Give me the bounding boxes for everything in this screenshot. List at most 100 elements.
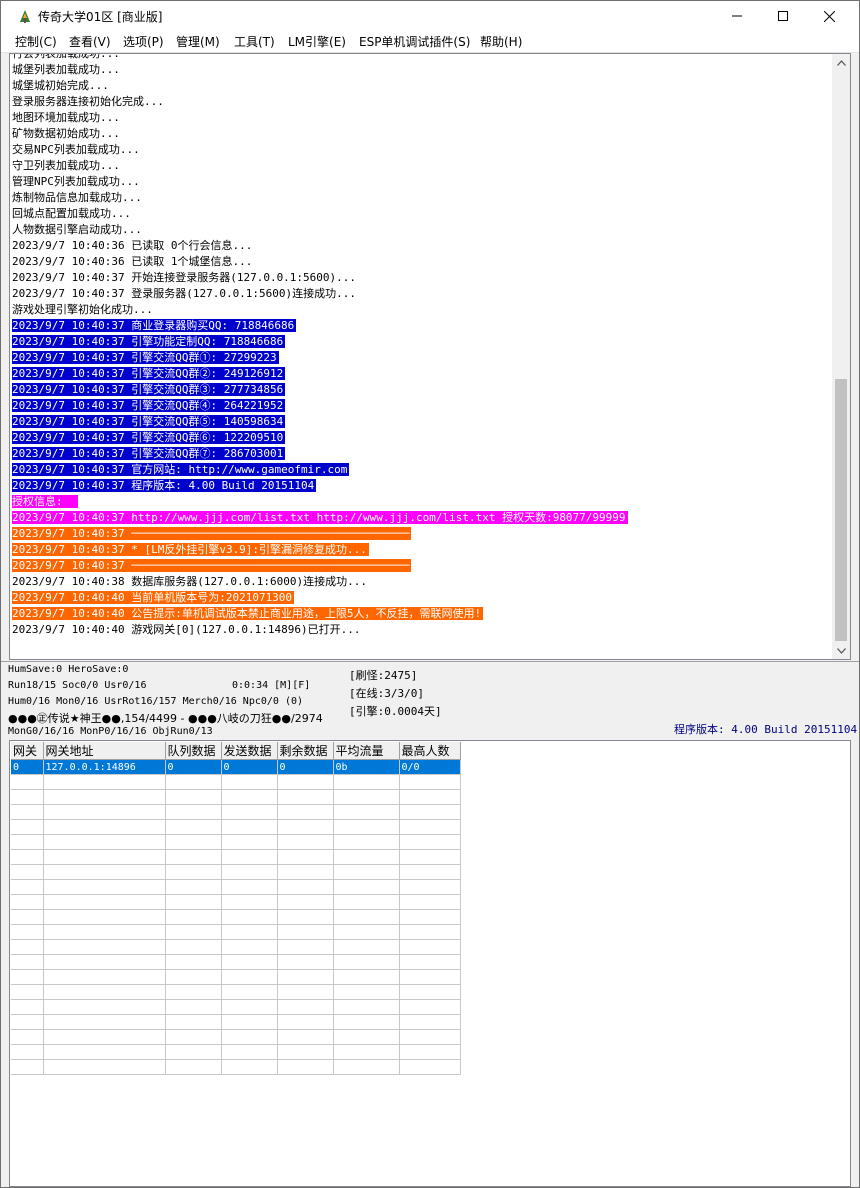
log-line-text: 游戏处理引擎初始化成功... — [12, 303, 153, 316]
menu-lm-engine[interactable]: LM引擎(E) — [288, 33, 346, 50]
table-cell — [277, 864, 334, 880]
table-cell — [399, 939, 461, 955]
table-row-empty[interactable] — [11, 1029, 461, 1045]
log-line-text: 2023/9/7 10:40:37 引擎交流QQ群⑥: 122209510 — [12, 431, 286, 444]
table-cell — [221, 1059, 278, 1075]
log-line-text: 2023/9/7 10:40:36 已读取 0个行会信息... — [12, 239, 253, 252]
table-row-empty[interactable] — [11, 894, 461, 910]
table-cell: 0b — [333, 759, 400, 775]
table-cell — [333, 954, 400, 970]
hum-status: Hum0/16 Mon0/16 UsrRot16/157 Merch0/16 N… — [8, 696, 304, 707]
col-queue-data[interactable]: 队列数据 — [165, 742, 222, 760]
table-cell — [11, 804, 44, 820]
table-row[interactable]: 0 127.0.0.1:14896 0 0 0 0b 0/0 — [11, 759, 461, 775]
table-row-empty[interactable] — [11, 984, 461, 1000]
table-cell — [399, 789, 461, 805]
table-row-empty[interactable] — [11, 1044, 461, 1060]
log-line: 2023/9/7 10:40:37 http://www.jjj.com/lis… — [12, 510, 832, 526]
col-remaining-data[interactable]: 剩余数据 — [277, 742, 334, 760]
table-cell — [165, 804, 222, 820]
menu-manage[interactable]: 管理(M) — [176, 33, 220, 50]
minimize-button[interactable] — [714, 1, 760, 31]
table-row-empty[interactable] — [11, 819, 461, 835]
table-row-empty[interactable] — [11, 924, 461, 940]
log-line: 矿物数据初始成功... — [12, 126, 832, 142]
table-cell — [43, 939, 166, 955]
table-row-empty[interactable] — [11, 789, 461, 805]
log-line: 2023/9/7 10:40:37 引擎交流QQ群⑤: 140598634 — [12, 414, 832, 430]
maximize-button[interactable] — [760, 1, 806, 31]
log-line: 管理NPC列表加载成功... — [12, 174, 832, 190]
log-line-text: 行会列表加载成功... — [12, 53, 120, 60]
log-line: 2023/9/7 10:40:38 数据库服务器(127.0.0.1:6000)… — [12, 574, 832, 590]
table-row-empty[interactable] — [11, 879, 461, 895]
table-row-empty[interactable] — [11, 774, 461, 790]
table-cell — [43, 1014, 166, 1030]
table-cell — [165, 864, 222, 880]
table-row-empty[interactable] — [11, 939, 461, 955]
table-cell — [11, 954, 44, 970]
scroll-thumb[interactable] — [835, 379, 847, 641]
menu-control[interactable]: 控制(C) — [15, 33, 57, 50]
table-cell — [277, 909, 334, 925]
table-cell — [43, 879, 166, 895]
table-cell — [165, 969, 222, 985]
col-gateway[interactable]: 网关 — [11, 742, 44, 760]
table-cell — [11, 789, 44, 805]
gateway-grid[interactable]: 网关 网关地址 队列数据 发送数据 剩余数据 平均流量 最高人数 0 127.0.… — [9, 740, 851, 1187]
table-cell — [399, 909, 461, 925]
table-cell — [11, 819, 44, 835]
table-header-row: 网关 网关地址 队列数据 发送数据 剩余数据 平均流量 最高人数 — [11, 742, 461, 760]
main-window: 传奇大学01区 [商业版] 控制(C) 查看(V) 选项(P) 管理(M) 工具… — [0, 0, 860, 1188]
table-row-empty[interactable] — [11, 849, 461, 865]
table-row-empty[interactable] — [11, 969, 461, 985]
log-line: 行会列表加载成功... — [12, 53, 832, 62]
col-avg-traffic[interactable]: 平均流量 — [333, 742, 400, 760]
menu-options[interactable]: 选项(P) — [123, 33, 164, 50]
log-line-text: 2023/9/7 10:40:37 引擎交流QQ群⑤: 140598634 — [12, 415, 286, 428]
table-row-empty[interactable] — [11, 1014, 461, 1030]
menu-help[interactable]: 帮助(H) — [480, 33, 522, 50]
table-cell — [221, 834, 278, 850]
table-cell — [399, 1059, 461, 1075]
table-cell — [43, 984, 166, 1000]
maximize-icon — [778, 11, 788, 21]
table-cell — [277, 849, 334, 865]
table-row-empty[interactable] — [11, 954, 461, 970]
server-log[interactable]: 行会列表加载成功... 城堡列表加载成功... 城堡城初始完成... 登录服务器连接初… — [9, 53, 851, 660]
table-cell — [221, 909, 278, 925]
menu-esp-plugin[interactable]: ESP单机调试插件(S) — [359, 33, 470, 50]
log-scrollbar[interactable] — [832, 54, 850, 659]
table-row-empty[interactable] — [11, 834, 461, 850]
log-line: 2023/9/7 10:40:37 ──────────────────────… — [12, 526, 832, 542]
table-cell — [277, 819, 334, 835]
table-cell — [165, 909, 222, 925]
table-row-empty[interactable] — [11, 1059, 461, 1075]
table-cell — [221, 864, 278, 880]
table-cell — [165, 819, 222, 835]
gateway-table: 网关 网关地址 队列数据 发送数据 剩余数据 平均流量 最高人数 0 127.0.… — [11, 742, 461, 1075]
menu-tools[interactable]: 工具(T) — [234, 33, 275, 50]
scroll-down-button[interactable] — [833, 642, 850, 659]
log-line-text: 人物数据引擎启动成功... — [12, 223, 142, 236]
table-row-empty[interactable] — [11, 864, 461, 880]
col-max-users[interactable]: 最高人数 — [399, 742, 461, 760]
table-row-empty[interactable] — [11, 909, 461, 925]
table-cell — [277, 924, 334, 940]
close-button[interactable] — [806, 1, 852, 31]
title-bar[interactable]: 传奇大学01区 [商业版] — [1, 1, 859, 31]
table-cell — [221, 924, 278, 940]
menu-view[interactable]: 查看(V) — [69, 33, 111, 50]
scroll-up-button[interactable] — [833, 54, 850, 71]
log-line: 2023/9/7 10:40:37 ──────────────────────… — [12, 558, 832, 574]
table-cell — [43, 864, 166, 880]
table-cell — [11, 1014, 44, 1030]
table-row-empty[interactable] — [11, 804, 461, 820]
table-cell — [277, 1059, 334, 1075]
table-row-empty[interactable] — [11, 999, 461, 1015]
log-line: 2023/9/7 10:40:37 开始连接登录服务器(127.0.0.1:56… — [12, 270, 832, 286]
log-line-text: 2023/9/7 10:40:37 登录服务器(127.0.0.1:5600)连… — [12, 287, 357, 300]
col-send-data[interactable]: 发送数据 — [221, 742, 278, 760]
close-icon — [823, 10, 835, 22]
col-gateway-address[interactable]: 网关地址 — [43, 742, 166, 760]
